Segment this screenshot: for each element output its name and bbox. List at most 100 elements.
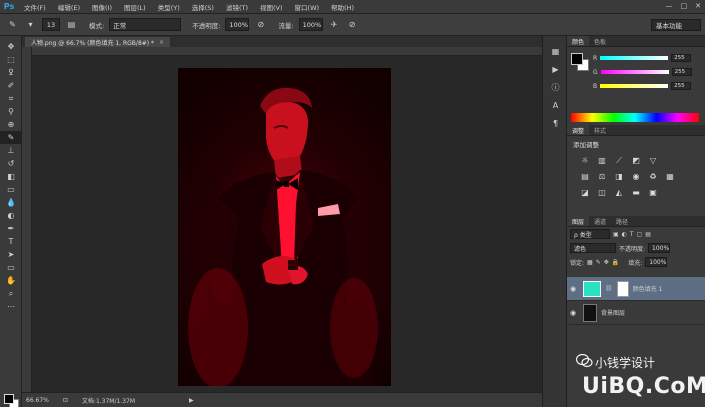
close-tab-icon[interactable]: × [159, 39, 164, 46]
green-slider[interactable] [600, 70, 669, 74]
bw-icon[interactable]: ◨ [613, 171, 625, 182]
type-tool-icon[interactable]: T [0, 235, 22, 248]
red-value[interactable]: 255 [671, 54, 692, 62]
close-button[interactable]: ✕ [695, 2, 701, 10]
lasso-tool-icon[interactable]: ꝿ [0, 66, 22, 79]
status-icon[interactable]: ⊡ [63, 397, 68, 404]
menu-image[interactable]: 图像(I) [86, 2, 118, 12]
green-value[interactable]: 255 [671, 68, 692, 76]
zoom-level[interactable]: 66.67% [26, 397, 49, 404]
posterize-icon[interactable]: ◫ [596, 187, 608, 198]
layer-row-color-fill[interactable]: ◉ ⛓ 颜色填充 1 [567, 277, 705, 301]
menu-window[interactable]: 窗口(W) [289, 2, 326, 12]
character-panel-icon[interactable]: A [543, 96, 568, 114]
hue-icon[interactable]: ▤ [579, 171, 591, 182]
layer-fill-input[interactable]: 100% [645, 257, 668, 267]
blend-mode-select[interactable]: 滤色 [570, 243, 616, 253]
filter-smart-icon[interactable]: ▤ [645, 231, 651, 238]
status-arrow-icon[interactable]: ▶ [189, 397, 194, 404]
mode-select[interactable]: 正常 [109, 18, 182, 31]
document-tab[interactable]: 人物.png @ 66.7% (颜色填充 1, RGB/8#) * × [25, 37, 171, 47]
maximize-button[interactable]: □ [681, 2, 688, 10]
layer-row-background[interactable]: ◉ 背景图层 [567, 301, 705, 325]
opacity-input[interactable]: 100% [225, 18, 250, 31]
stamp-tool-icon[interactable]: ⊥ [0, 144, 22, 157]
crop-tool-icon[interactable]: ⌗ [0, 92, 22, 105]
filter-adjust-icon[interactable]: ◐ [622, 231, 627, 238]
paragraph-panel-icon[interactable]: ¶ [543, 114, 568, 132]
lock-transparent-icon[interactable]: ▦ [587, 259, 593, 266]
tab-paths[interactable]: 路径 [611, 216, 633, 226]
lock-position-icon[interactable]: ✥ [604, 259, 609, 266]
lock-all-icon[interactable]: 🔒 [612, 259, 619, 266]
blue-slider[interactable] [600, 84, 669, 88]
filter-shape-icon[interactable]: ▢ [637, 231, 643, 238]
tab-channels[interactable]: 通道 [589, 216, 611, 226]
layer-opacity-input[interactable]: 100% [648, 243, 671, 253]
eraser-tool-icon[interactable]: ◧ [0, 170, 22, 183]
brush-size-picker[interactable]: 13 [42, 18, 60, 31]
selective-color-icon[interactable]: ▣ [647, 187, 659, 198]
filter-type-icon[interactable]: T [630, 231, 634, 238]
lock-pixels-icon[interactable]: ✎ [596, 259, 601, 266]
menu-type[interactable]: 类型(Y) [152, 2, 186, 12]
tab-swatches[interactable]: 色板 [589, 36, 611, 46]
info-panel-icon[interactable]: ⓘ [543, 78, 568, 96]
menu-select[interactable]: 选择(S) [186, 2, 220, 12]
document-canvas-image[interactable] [178, 68, 391, 386]
actions-panel-icon[interactable]: ▶ [543, 60, 568, 78]
pressure-size-icon[interactable]: ⊘ [346, 18, 359, 31]
photo-filter-icon[interactable]: ◉ [630, 171, 642, 182]
tab-styles[interactable]: 样式 [589, 125, 611, 135]
dodge-tool-icon[interactable]: ◐ [0, 209, 22, 222]
airbrush-icon[interactable]: ✈ [328, 18, 341, 31]
visibility-eye-icon[interactable]: ◉ [570, 309, 579, 317]
shape-tool-icon[interactable]: ▭ [0, 261, 22, 274]
vibrance-icon[interactable]: ▽ [647, 155, 659, 166]
visibility-eye-icon[interactable]: ◉ [570, 285, 579, 293]
marquee-tool-icon[interactable]: ⬚ [0, 53, 22, 66]
blur-tool-icon[interactable]: 💧 [0, 196, 22, 209]
brush-tool-icon[interactable]: ✎ [6, 18, 19, 31]
move-tool-icon[interactable]: ✥ [0, 40, 22, 53]
exposure-icon[interactable]: ◩ [630, 155, 642, 166]
flow-input[interactable]: 100% [298, 18, 323, 31]
brush-panel-icon[interactable]: ▤ [65, 18, 78, 31]
levels-icon[interactable]: ▥ [596, 155, 608, 166]
menu-file[interactable]: 文件(F) [18, 2, 52, 12]
tab-adjustments[interactable]: 调整 [567, 125, 590, 135]
foreground-color-swatch[interactable] [4, 394, 14, 404]
threshold-icon[interactable]: ◭ [613, 187, 625, 198]
pressure-opacity-icon[interactable]: ⊘ [254, 18, 267, 31]
layer-mask-thumbnail[interactable] [616, 280, 629, 297]
channel-mixer-icon[interactable]: ♻ [647, 171, 659, 182]
tab-color[interactable]: 颜色 [567, 36, 590, 46]
pen-tool-icon[interactable]: ✒ [0, 222, 22, 235]
hand-tool-icon[interactable]: ✋ [0, 274, 22, 287]
workspace-select[interactable]: 基本功能 [651, 19, 701, 31]
eyedropper-tool-icon[interactable]: ⚲ [0, 105, 22, 118]
menu-help[interactable]: 帮助(H) [325, 2, 360, 12]
menu-filter[interactable]: 滤镜(T) [220, 2, 254, 12]
menu-edit[interactable]: 编辑(E) [52, 2, 86, 12]
invert-icon[interactable]: ◪ [579, 187, 591, 198]
menu-layer[interactable]: 图层(L) [118, 2, 152, 12]
layer-kind-filter[interactable]: ρ 类型 [570, 229, 610, 239]
color-lookup-icon[interactable]: ▦ [664, 171, 676, 182]
curves-icon[interactable]: ⟋ [613, 155, 625, 166]
gradient-map-icon[interactable]: ▬ [630, 187, 642, 198]
gradient-tool-icon[interactable]: ▭ [0, 183, 22, 196]
color-spectrum-bar[interactable] [571, 113, 699, 122]
menu-view[interactable]: 视图(V) [254, 2, 289, 12]
brush-tool-icon[interactable]: ✎ [0, 131, 22, 144]
brightness-icon[interactable]: ☼ [579, 155, 591, 166]
link-chain-icon[interactable]: ⛓ [605, 285, 613, 292]
minimize-button[interactable]: — [666, 2, 673, 10]
path-select-tool-icon[interactable]: ➤ [0, 248, 22, 261]
filter-pixel-icon[interactable]: ▣ [613, 231, 619, 238]
quick-select-tool-icon[interactable]: ✐ [0, 79, 22, 92]
tab-layers[interactable]: 图层 [567, 216, 590, 226]
history-panel-icon[interactable]: ▦ [543, 42, 568, 60]
color-panel-foreground[interactable] [571, 53, 583, 65]
zoom-tool-icon[interactable]: ⌕ [0, 287, 22, 300]
